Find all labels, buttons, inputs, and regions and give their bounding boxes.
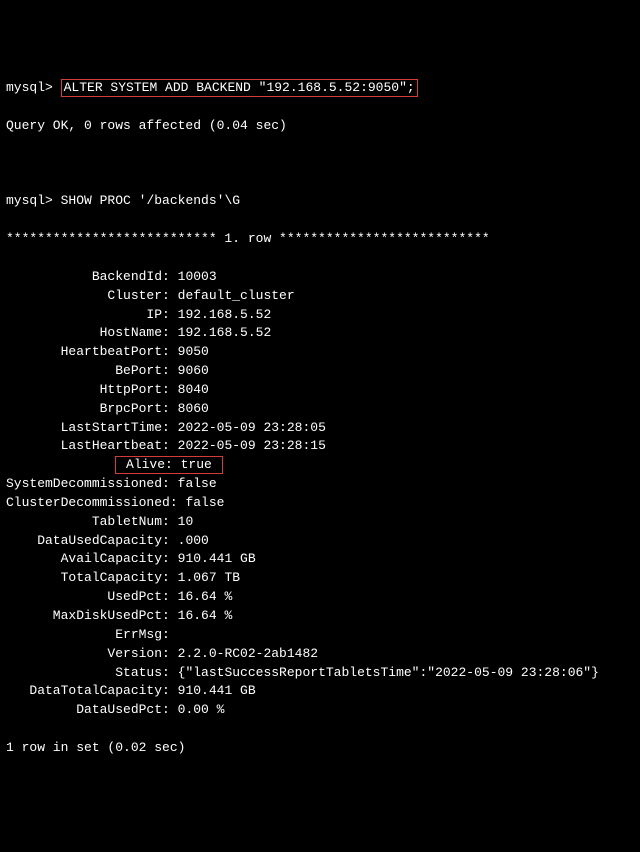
field-label: Status [6,665,162,680]
field-label: ClusterDecommissioned [6,495,170,510]
field-row: DataUsedPct: 0.00 % [6,701,634,720]
field-row: Version: 2.2.0-RC02-2ab1482 [6,645,634,664]
field-label: HostName [6,325,162,340]
field-label: Version [6,646,162,661]
field-row: BackendId: 10003 [6,268,634,287]
field-value: 16.64 % [178,589,233,604]
field-label: LastStartTime [6,420,162,435]
field-label: DataUsedPct [6,702,162,717]
field-row: IP: 192.168.5.52 [6,306,634,325]
field-label: AvailCapacity [6,551,162,566]
field-label: SystemDecommissioned [6,476,162,491]
fields-list: BackendId: 10003 Cluster: default_cluste… [6,268,634,720]
field-row: TabletNum: 10 [6,513,634,532]
alive-highlight-box: Alive: true [115,456,222,474]
field-row: Cluster: default_cluster [6,287,634,306]
field-row: LastStartTime: 2022-05-09 23:28:05 [6,419,634,438]
field-row: HeartbeatPort: 9050 [6,343,634,362]
field-row: AvailCapacity: 910.441 GB [6,550,634,569]
field-value: 910.441 GB [178,683,256,698]
field-row: MaxDiskUsedPct: 16.64 % [6,607,634,626]
prompt-1: mysql> [6,80,53,95]
prompt-2: mysql> [6,193,53,208]
field-value: default_cluster [178,288,295,303]
field-value: 8040 [178,382,209,397]
field-row: TotalCapacity: 1.067 TB [6,569,634,588]
field-label: HttpPort [6,382,162,397]
command-line-1: mysql> ALTER SYSTEM ADD BACKEND "192.168… [6,79,634,98]
field-row: LastHeartbeat: 2022-05-09 23:28:15 [6,437,634,456]
field-label: TotalCapacity [6,570,162,585]
command-2: SHOW PROC '/backends'\G [61,193,240,208]
field-value: 2.2.0-RC02-2ab1482 [178,646,318,661]
field-value: 2022-05-09 23:28:15 [178,438,326,453]
command-line-2: mysql> SHOW PROC '/backends'\G [6,192,634,211]
field-row: HostName: 192.168.5.52 [6,324,634,343]
row-header: *************************** 1. row *****… [6,230,634,249]
field-row: BrpcPort: 8060 [6,400,634,419]
field-row: Status: {"lastSuccessReportTabletsTime":… [6,664,634,683]
field-value: 910.441 GB [178,551,256,566]
field-label: BrpcPort [6,401,162,416]
field-value: 2022-05-09 23:28:05 [178,420,326,435]
field-label: TabletNum [6,514,162,529]
field-value: .000 [178,533,217,548]
field-row: ClusterDecommissioned: false [6,494,634,513]
field-row: ErrMsg: [6,626,634,645]
field-value: {"lastSuccessReportTabletsTime":"2022-05… [178,665,599,680]
field-value: 192.168.5.52 [178,307,272,322]
field-row: DataTotalCapacity: 910.441 GB [6,682,634,701]
field-value: 9060 [178,363,209,378]
field-value: 192.168.5.52 [178,325,272,340]
field-label: MaxDiskUsedPct [6,608,162,623]
field-label: BePort [6,363,162,378]
field-label: DataUsedCapacity [6,533,162,548]
field-label: UsedPct [6,589,162,604]
command-1-highlighted: ALTER SYSTEM ADD BACKEND "192.168.5.52:9… [61,79,418,97]
field-value: 8060 [178,401,209,416]
field-value: false [185,495,224,510]
field-label: BackendId [6,269,162,284]
field-label: Cluster [6,288,162,303]
field-row: HttpPort: 8040 [6,381,634,400]
field-value: 1.067 TB [178,570,240,585]
footer-line: 1 row in set (0.02 sec) [6,739,634,758]
field-row: DataUsedCapacity: .000 [6,532,634,551]
field-row: UsedPct: 16.64 % [6,588,634,607]
field-row: BePort: 9060 [6,362,634,381]
field-row: Alive: true [6,456,634,475]
field-value: false [178,476,217,491]
field-label: ErrMsg [6,627,162,642]
field-value: 9050 [178,344,209,359]
field-label: DataTotalCapacity [6,683,162,698]
field-row: SystemDecommissioned: false [6,475,634,494]
field-value: 10 [178,514,194,529]
field-value: 10003 [178,269,217,284]
field-label: IP [6,307,162,322]
field-label: LastHeartbeat [6,438,162,453]
blank-line-1 [6,155,634,174]
field-value: 0.00 % [178,702,225,717]
field-label: HeartbeatPort [6,344,162,359]
field-value: 16.64 % [178,608,233,623]
result-line-1: Query OK, 0 rows affected (0.04 sec) [6,117,634,136]
